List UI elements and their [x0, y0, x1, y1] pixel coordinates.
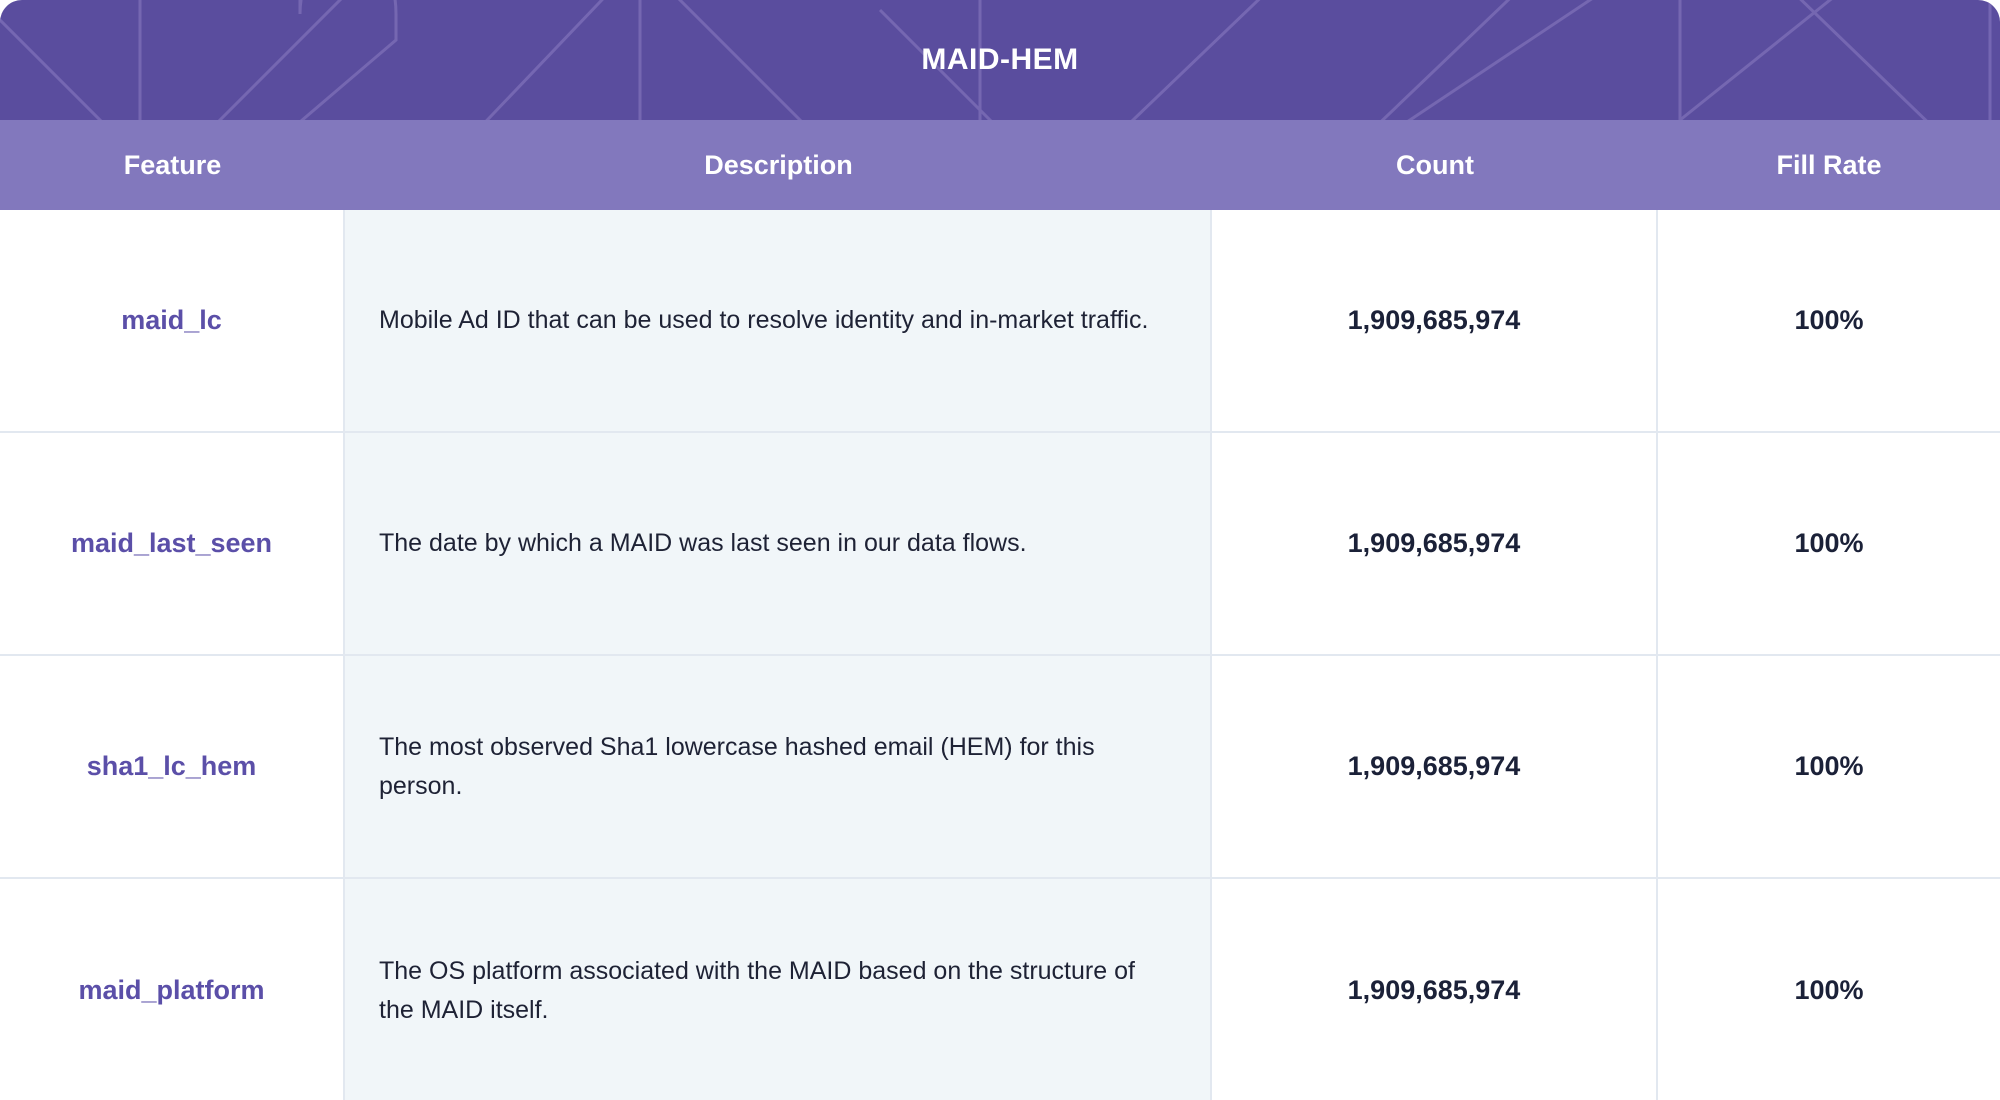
cell-fill-rate: 100% [1658, 656, 2000, 877]
feature-table-card: MAID-HEM Feature Description Count Fill … [0, 0, 2000, 1100]
column-header-feature[interactable]: Feature [0, 151, 345, 179]
cell-description: The most observed Sha1 lowercase hashed … [345, 656, 1212, 877]
cell-count: 1,909,685,974 [1212, 433, 1658, 654]
cell-fill-rate: 100% [1658, 433, 2000, 654]
table-body: maid_lc Mobile Ad ID that can be used to… [0, 210, 2000, 1100]
cell-count: 1,909,685,974 [1212, 879, 1658, 1100]
table-row: sha1_lc_hem The most observed Sha1 lower… [0, 656, 2000, 879]
banner: MAID-HEM [0, 0, 2000, 120]
cell-fill-rate: 100% [1658, 879, 2000, 1100]
cell-fill-rate: 100% [1658, 210, 2000, 431]
column-header-count[interactable]: Count [1212, 151, 1658, 179]
table-header-row: Feature Description Count Fill Rate [0, 120, 2000, 210]
cell-description: The date by which a MAID was last seen i… [345, 433, 1212, 654]
cell-description: Mobile Ad ID that can be used to resolve… [345, 210, 1212, 431]
page-title: MAID-HEM [921, 43, 1079, 76]
table-row: maid_platform The OS platform associated… [0, 879, 2000, 1100]
cell-feature: maid_lc [0, 210, 345, 431]
cell-feature: maid_platform [0, 879, 345, 1100]
cell-feature: sha1_lc_hem [0, 656, 345, 877]
cell-feature: maid_last_seen [0, 433, 345, 654]
column-header-fill-rate[interactable]: Fill Rate [1658, 151, 2000, 179]
table-row: maid_lc Mobile Ad ID that can be used to… [0, 210, 2000, 433]
cell-count: 1,909,685,974 [1212, 656, 1658, 877]
column-header-description[interactable]: Description [345, 151, 1212, 179]
table-row: maid_last_seen The date by which a MAID … [0, 433, 2000, 656]
cell-description: The OS platform associated with the MAID… [345, 879, 1212, 1100]
cell-count: 1,909,685,974 [1212, 210, 1658, 431]
